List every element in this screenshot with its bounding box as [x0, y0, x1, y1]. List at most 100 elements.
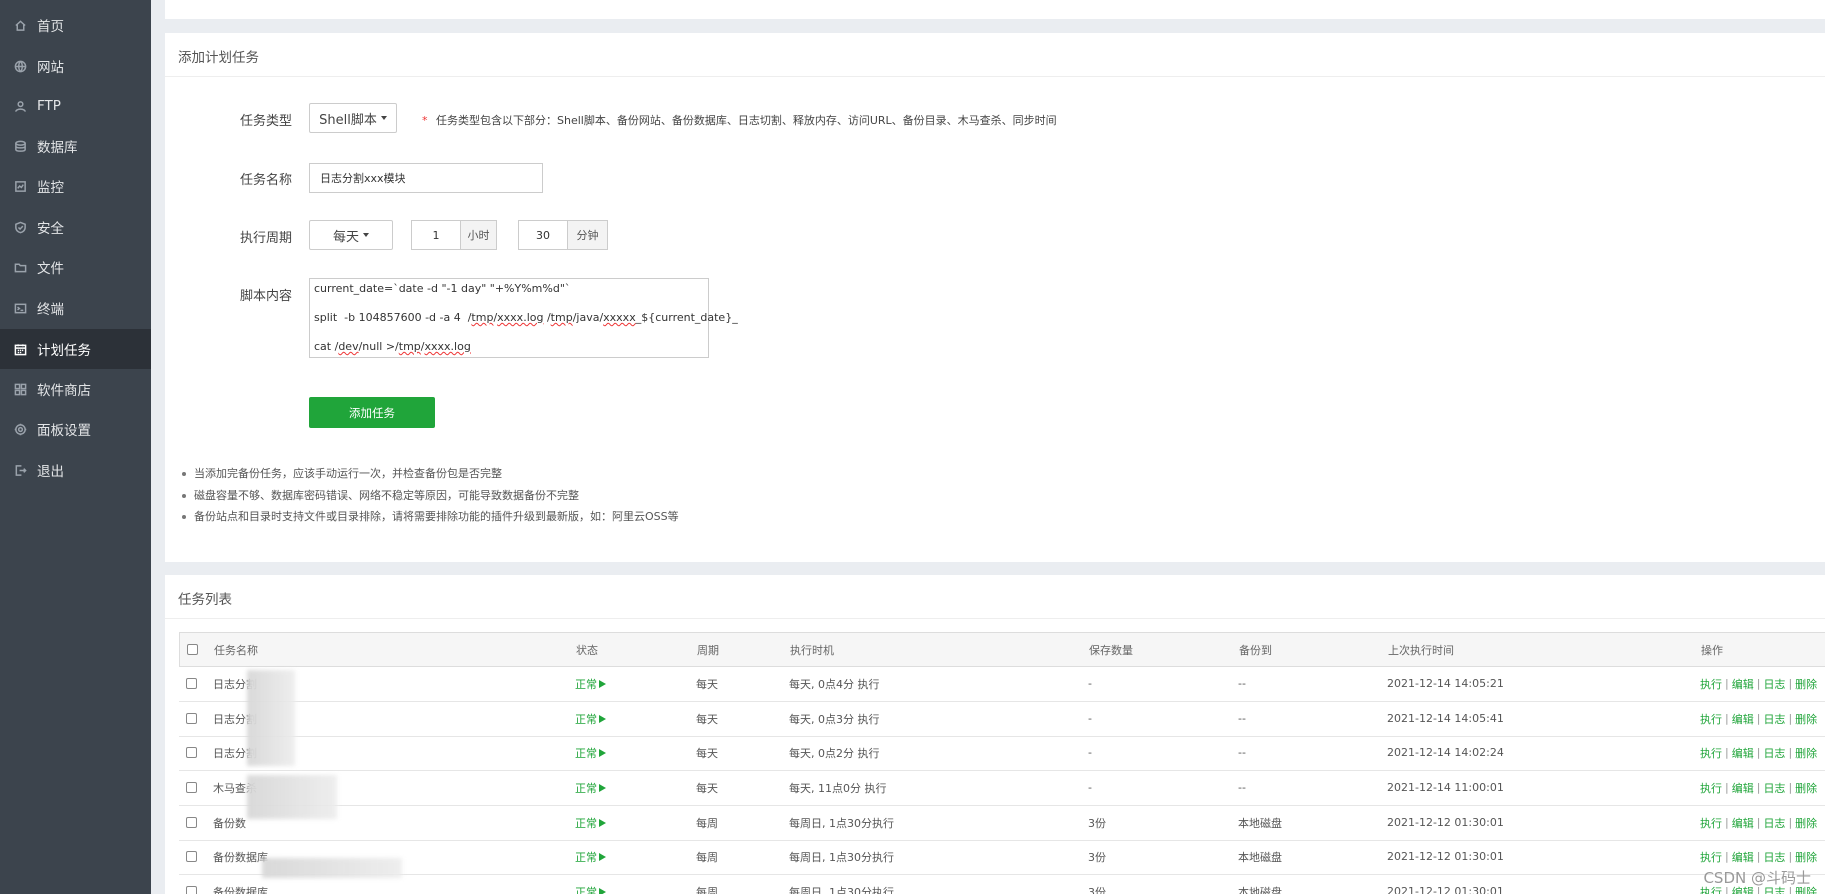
cell-timing: 每周日, 1点30分执行: [789, 885, 894, 894]
run-link[interactable]: 执行: [1700, 745, 1722, 761]
tips-list: 当添加完备份任务，应该手动运行一次，并检查备份包是否完整 磁盘容量不够、数据库密…: [180, 463, 679, 528]
sidebar-item-files[interactable]: 文件: [0, 247, 151, 287]
cell-backup-to: --: [1238, 712, 1246, 726]
period-value: 每天: [332, 229, 359, 245]
cell-period: 每周: [696, 885, 718, 894]
edit-link[interactable]: 编辑: [1732, 780, 1754, 796]
log-link[interactable]: 日志: [1763, 815, 1785, 831]
cell-period: 每周: [696, 816, 718, 830]
watermark: CSDN @斗码士: [1703, 869, 1811, 887]
col-header: 保存数量: [1089, 643, 1133, 657]
sidebar-item-logout[interactable]: 退出: [0, 450, 151, 490]
status-toggle[interactable]: 正常: [575, 875, 606, 894]
hour-input[interactable]: 1: [411, 220, 461, 250]
add-task-button[interactable]: 添加任务: [309, 397, 435, 428]
delete-link[interactable]: 删除: [1795, 849, 1817, 865]
row-checkbox[interactable]: [186, 840, 197, 874]
task-name-label: 任务名称: [240, 173, 293, 188]
tip-item: 磁盘容量不够、数据库密码错误、网络不稳定等原因，可能导致数据备份不完整: [180, 485, 679, 507]
run-link[interactable]: 执行: [1700, 849, 1722, 865]
cell-keep: -: [1088, 712, 1092, 726]
status-toggle[interactable]: 正常: [575, 806, 606, 840]
play-icon: [599, 714, 606, 723]
sidebar-item-monitor[interactable]: 监控: [0, 166, 151, 206]
delete-link[interactable]: 删除: [1795, 745, 1817, 761]
table-row: 日志分割 正常 每天 每天, 0点2分 执行 - -- 2021-12-14 14:02:2…: [179, 736, 1825, 771]
run-link[interactable]: 执行: [1700, 676, 1722, 692]
row-checkbox[interactable]: [186, 667, 197, 701]
row-actions: 执行 | 编辑 | 日志 | 删除: [1700, 711, 1818, 727]
row-checkbox[interactable]: [186, 875, 197, 894]
cell-timing: 每天, 0点4分 执行: [789, 677, 880, 691]
play-icon: [599, 783, 606, 792]
run-link[interactable]: 执行: [1700, 711, 1722, 727]
sidebar-item-database[interactable]: 数据库: [0, 126, 151, 166]
edit-link[interactable]: 编辑: [1732, 676, 1754, 692]
edit-link[interactable]: 编辑: [1732, 711, 1754, 727]
script-textarea[interactable]: current_date=`date -d "-1 day" "+%Y%m%d"…: [309, 278, 738, 358]
run-link[interactable]: 执行: [1700, 815, 1722, 831]
edit-link[interactable]: 编辑: [1732, 815, 1754, 831]
sidebar-item-label: 面板设置: [37, 423, 91, 439]
status-toggle[interactable]: 正常: [575, 771, 606, 805]
sidebar-item-website[interactable]: 网站: [0, 46, 151, 86]
cell-keep: 3份: [1088, 885, 1106, 894]
delete-link[interactable]: 删除: [1795, 780, 1817, 796]
row-checkbox[interactable]: [186, 771, 197, 805]
edit-link[interactable]: 编辑: [1732, 849, 1754, 865]
table-header: 任务名称 状态 周期 执行时机 保存数量 备份到 上次执行时间 操作: [179, 632, 1825, 667]
table-row: 备份数据库 正常 每周 每周日, 1点30分执行 3份 本地磁盘 2021-12-12 01…: [179, 875, 1825, 894]
sidebar-item-terminal[interactable]: 终端: [0, 288, 151, 328]
task-type-value: Shell脚本: [319, 112, 377, 128]
status-toggle[interactable]: 正常: [575, 667, 606, 701]
row-checkbox[interactable]: [186, 702, 197, 736]
col-header: 任务名称: [214, 643, 258, 657]
row-checkbox[interactable]: [186, 736, 197, 770]
table-row: 备份数 正常 每周 每周日, 1点30分执行 3份 本地磁盘 2021-12-12 01:3…: [179, 806, 1825, 841]
log-link[interactable]: 日志: [1763, 711, 1785, 727]
col-header: 备份到: [1239, 643, 1272, 657]
tip-item: 当添加完备份任务，应该手动运行一次，并检查备份包是否完整: [180, 463, 679, 485]
delete-link[interactable]: 删除: [1795, 711, 1817, 727]
cell-name: 备份数据库: [213, 850, 268, 864]
cell-period: 每天: [696, 712, 718, 726]
minute-unit: 分钟: [567, 220, 608, 250]
delete-link[interactable]: 删除: [1795, 815, 1817, 831]
cell-keep: -: [1088, 781, 1092, 795]
sidebar-item-store[interactable]: 软件商店: [0, 369, 151, 409]
redaction-blur: [247, 670, 295, 766]
log-link[interactable]: 日志: [1763, 849, 1785, 865]
sidebar-item-security[interactable]: 安全: [0, 207, 151, 247]
minute-input[interactable]: 30: [518, 220, 568, 250]
log-link[interactable]: 日志: [1763, 676, 1785, 692]
sidebar-item-ftp[interactable]: FTP: [0, 86, 151, 126]
row-checkbox[interactable]: [186, 806, 197, 840]
status-toggle[interactable]: 正常: [575, 840, 606, 874]
sidebar-item-home[interactable]: 首页: [0, 5, 151, 45]
col-header: 状态: [576, 643, 598, 657]
row-actions: 执行 | 编辑 | 日志 | 删除: [1700, 815, 1818, 831]
cell-timing: 每天, 11点0分 执行: [789, 781, 887, 795]
edit-link[interactable]: 编辑: [1732, 745, 1754, 761]
run-link[interactable]: 执行: [1700, 780, 1722, 796]
task-type-dropdown[interactable]: Shell脚本: [309, 103, 397, 133]
play-icon: [599, 818, 606, 827]
status-toggle[interactable]: 正常: [575, 736, 606, 770]
status-toggle[interactable]: 正常: [575, 702, 606, 736]
sidebar-item-settings[interactable]: 面板设置: [0, 409, 151, 449]
period-dropdown[interactable]: 每天: [309, 220, 393, 250]
sidebar-item-cron[interactable]: 计划任务: [0, 329, 151, 369]
script-line: split -b 104857600 -d -a 4 /tmp/xxxx.log…: [314, 311, 738, 324]
cell-period: 每周: [696, 850, 718, 864]
grid-icon: [13, 382, 27, 396]
table-row: 木马查杀 正常 每天 每天, 11点0分 执行 - -- 2021-12-14 11:00:…: [179, 771, 1825, 806]
calendar-icon: [13, 342, 27, 356]
log-link[interactable]: 日志: [1763, 745, 1785, 761]
task-type-hint-text: 任务类型包含以下部分：Shell脚本、备份网站、备份数据库、日志切割、释放内存、…: [436, 114, 1057, 127]
sidebar-item-label: FTP: [37, 98, 61, 114]
task-name-input[interactable]: 日志分割xxx模块: [309, 163, 543, 193]
log-link[interactable]: 日志: [1763, 780, 1785, 796]
select-all-checkbox[interactable]: [187, 633, 198, 666]
delete-link[interactable]: 删除: [1795, 676, 1817, 692]
chevron-down-icon: [380, 116, 387, 120]
